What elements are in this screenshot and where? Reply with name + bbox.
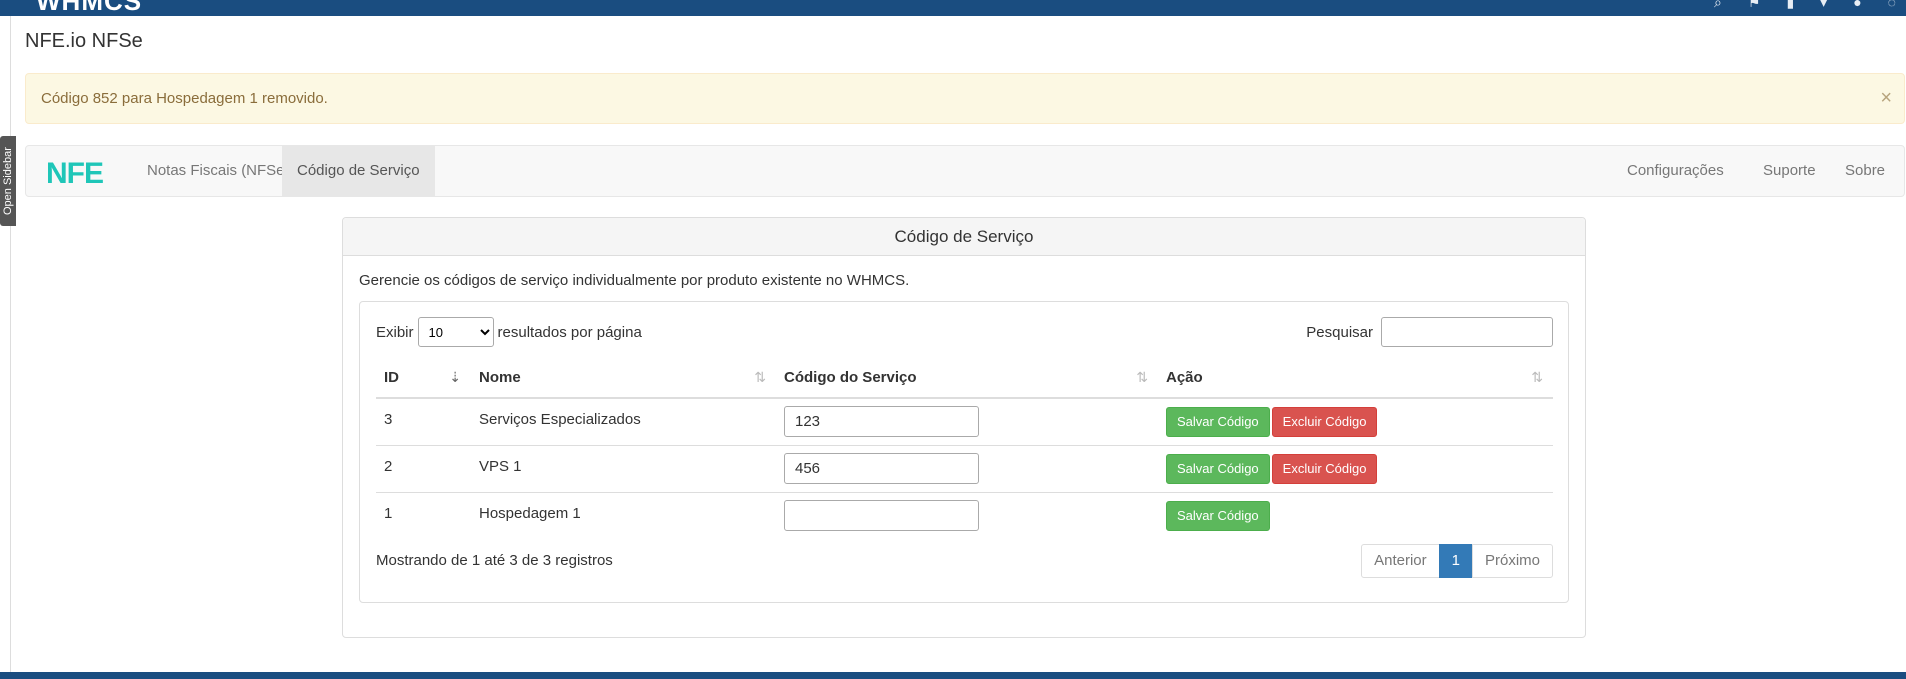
top-icons: ⌕ ⚑ ▮ ▾ ● ◌	[1714, 0, 1896, 11]
row-id: 2	[376, 444, 471, 492]
nav-suporte[interactable]: Suporte	[1748, 146, 1831, 196]
row-actions: Salvar Código Excluir Código	[1158, 397, 1553, 445]
alert-message: Código 852 para Hospedagem 1 removido. ×	[25, 73, 1905, 124]
header-nome[interactable]: Nome ⇅	[471, 358, 776, 399]
row-code-cell	[776, 397, 1158, 445]
row-name: Hospedagem 1	[471, 491, 776, 539]
search-icon[interactable]: ⌕	[1714, 0, 1722, 11]
page-1-button[interactable]: 1	[1438, 544, 1473, 578]
table-row: 3 Serviços Especializados Salvar CódigoE…	[376, 397, 1553, 445]
header-codigo-label: Código do Serviço	[784, 369, 917, 386]
nfe-logo-text: NFE	[46, 158, 103, 186]
service-code-input[interactable]	[784, 500, 979, 532]
table-header-row: ID ⇣ Nome ⇅ Código do Serviço ⇅ Ação ⇅	[376, 358, 1553, 399]
show-label: Exibir	[376, 323, 414, 341]
service-code-input[interactable]	[784, 453, 979, 484]
prev-page-button[interactable]: Anterior	[1361, 544, 1440, 578]
next-page-button[interactable]: Próximo	[1471, 544, 1553, 578]
sort-icon: ⇅	[1531, 369, 1543, 385]
search-control: Pesquisar	[1306, 317, 1553, 347]
tab-codigo-servico[interactable]: Código de Serviço	[282, 146, 435, 196]
header-id-label: ID	[384, 369, 399, 386]
module-navbar: NFE Notas Fiscais (NFSe) Código de Servi…	[25, 145, 1905, 197]
per-page-label: resultados por página	[497, 323, 642, 341]
service-code-table: ID ⇣ Nome ⇅ Código do Serviço ⇅ Ação ⇅ 3 Ser…	[376, 358, 1553, 539]
close-icon[interactable]: ×	[1880, 74, 1892, 123]
delete-code-button[interactable]: Excluir Código	[1271, 453, 1378, 484]
page-size-select[interactable]: 10	[417, 317, 494, 347]
row-code-cell	[776, 444, 1158, 492]
whmcs-logo[interactable]: WHMCS	[36, 0, 142, 14]
open-sidebar-toggle[interactable]: Open Sidebar	[0, 136, 16, 226]
table-row: 2 VPS 1 Salvar CódigoExcluir Código	[376, 444, 1553, 492]
save-code-button[interactable]: Salvar Código	[1166, 500, 1270, 531]
header-acao-label: Ação	[1166, 369, 1203, 386]
top-bar: WHMCS ⌕ ⚑ ▮ ▾ ● ◌	[0, 0, 1906, 16]
search-input[interactable]	[1381, 317, 1553, 347]
header-acao[interactable]: Ação ⇅	[1158, 358, 1553, 399]
bottom-bar	[0, 672, 1906, 679]
sort-icon: ⇅	[754, 369, 766, 385]
header-codigo[interactable]: Código do Serviço ⇅	[776, 358, 1158, 399]
pagination: Anterior 1 Próximo	[1361, 544, 1553, 578]
save-code-button[interactable]: Salvar Código	[1166, 406, 1270, 437]
delete-code-button[interactable]: Excluir Código	[1271, 406, 1378, 437]
page-title: NFE.io NFSe	[25, 30, 143, 52]
row-code-cell	[776, 491, 1158, 539]
panel-title: Código de Serviço	[343, 218, 1585, 256]
avatar[interactable]: ●	[1853, 0, 1861, 11]
sidebar-divider	[10, 16, 11, 672]
table-info: Mostrando de 1 até 3 de 3 registros	[376, 552, 613, 569]
service-code-input[interactable]	[784, 406, 979, 438]
row-id: 1	[376, 491, 471, 539]
header-nome-label: Nome	[479, 369, 521, 386]
search-label: Pesquisar	[1306, 323, 1373, 341]
help-icon[interactable]: ◌	[1888, 0, 1896, 11]
sort-icon: ⇅	[1136, 369, 1148, 385]
datatable-wrapper: Exibir 10 resultados por página Pesquisa…	[359, 301, 1569, 603]
row-name: VPS 1	[471, 444, 776, 492]
table-row: 1 Hospedagem 1 Salvar Código	[376, 491, 1553, 539]
row-actions: Salvar Código	[1158, 491, 1553, 539]
page-length-control: Exibir 10 resultados por página	[376, 317, 642, 347]
panel-description: Gerencie os códigos de serviço individua…	[359, 272, 910, 289]
service-code-panel: Código de Serviço Gerencie os códigos de…	[342, 217, 1586, 638]
save-code-button[interactable]: Salvar Código	[1166, 453, 1270, 484]
alert-text: Código 852 para Hospedagem 1 removido.	[41, 90, 328, 107]
sort-desc-icon: ⇣	[449, 369, 461, 385]
nav-configuracoes[interactable]: Configurações	[1612, 146, 1739, 196]
header-id[interactable]: ID ⇣	[376, 358, 471, 399]
nfe-logo[interactable]: NFE	[46, 158, 106, 186]
row-name: Serviços Especializados	[471, 397, 776, 445]
row-actions: Salvar Código Excluir Código	[1158, 444, 1553, 492]
flag-icon[interactable]: ⚑	[1748, 0, 1761, 11]
tab-notas-fiscais[interactable]: Notas Fiscais (NFSe)	[132, 146, 305, 196]
nav-sobre[interactable]: Sobre	[1830, 146, 1900, 196]
down-icon[interactable]: ▾	[1820, 0, 1827, 11]
note-icon[interactable]: ▮	[1786, 0, 1794, 11]
row-id: 3	[376, 397, 471, 445]
